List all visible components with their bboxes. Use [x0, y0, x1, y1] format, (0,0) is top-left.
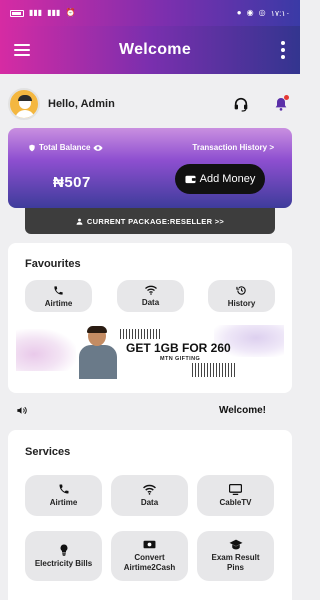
eye-icon[interactable] — [93, 144, 104, 152]
announcement-bar: Welcome! — [8, 398, 292, 422]
favourite-history[interactable]: History — [208, 280, 275, 312]
service-airtime[interactable]: Airtime — [25, 475, 102, 516]
services-card: Services Airtime Data CableTV Electricit… — [8, 430, 292, 600]
status-right: ● ◉ ◎ ١٧:١٠ — [237, 9, 290, 18]
favourite-airtime-label: Airtime — [44, 298, 73, 308]
status-time: ١٧:١٠ — [270, 8, 290, 18]
balance-amount: ₦507 — [53, 174, 91, 191]
service-cabletv-label: CableTV — [219, 497, 252, 507]
banner-decoration — [120, 329, 160, 339]
banner-subtitle: MTN GIFTING — [160, 356, 201, 362]
user-icon — [76, 218, 83, 225]
banner-decoration — [192, 363, 236, 377]
graduation-cap-icon — [229, 539, 243, 550]
service-exam-pins[interactable]: Exam Result Pins — [197, 531, 274, 581]
service-airtime2cash[interactable]: Convert Airtime2Cash — [111, 531, 188, 581]
notification-dot — [284, 95, 289, 100]
phone-icon — [58, 483, 70, 495]
favourite-data-label: Data — [141, 298, 160, 307]
app-bar: Welcome — [0, 26, 300, 74]
total-balance-text: Total Balance — [39, 143, 91, 152]
battery-icon — [10, 9, 24, 17]
banner-headline: GET 1GB FOR 260 — [126, 341, 231, 355]
current-package-button[interactable]: CURRENT PACKAGE:RESELLER >> — [25, 208, 275, 234]
notification-icon: ◉ — [246, 8, 254, 17]
service-exam-pins-label: Exam Result Pins — [211, 553, 260, 572]
phone-icon — [53, 285, 64, 296]
service-data-label: Data — [140, 497, 159, 507]
transaction-history-link[interactable]: Transaction History > — [192, 143, 274, 152]
service-cabletv[interactable]: CableTV — [197, 475, 274, 516]
service-electricity-label: Electricity Bills — [34, 558, 93, 568]
services-heading: Services — [25, 446, 71, 458]
menu-icon[interactable] — [14, 44, 30, 56]
greeting-text: Hello, Admin — [48, 98, 115, 110]
add-money-button[interactable]: Add Money — [175, 164, 265, 194]
shield-icon — [28, 144, 36, 152]
add-money-label: Add Money — [199, 173, 256, 185]
service-airtime-label: Airtime — [49, 498, 78, 507]
balance-card: Total Balance Transaction History > ₦507… — [8, 128, 292, 208]
alarm-icon: ⏰ — [65, 8, 76, 17]
signal-icon: ▮▮▮ — [29, 8, 43, 17]
favourite-airtime[interactable]: Airtime — [25, 280, 92, 312]
banner-person-image — [76, 326, 120, 379]
favourites-card: Favourites Airtime Data History GET 1GB … — [8, 243, 292, 393]
notification-bell-icon[interactable] — [270, 93, 292, 115]
history-icon — [236, 285, 247, 296]
wallet-icon — [185, 174, 196, 184]
speaker-icon — [16, 405, 27, 416]
banner-decoration — [16, 329, 76, 371]
status-left: ▮▮▮ ▮▮▮ ⏰ — [10, 9, 75, 17]
notification-icon: ◎ — [258, 8, 266, 17]
more-options-icon[interactable] — [280, 41, 286, 59]
avatar[interactable] — [8, 88, 40, 120]
greeting-row: Hello, Admin — [8, 86, 292, 122]
page-title: Welcome — [118, 41, 192, 58]
tv-icon — [228, 483, 243, 495]
favourite-history-label: History — [227, 298, 256, 308]
headset-icon[interactable] — [230, 93, 252, 115]
current-package-label: CURRENT PACKAGE:RESELLER >> — [86, 216, 225, 226]
exchange-icon — [143, 539, 156, 550]
service-airtime2cash-label: Convert Airtime2Cash — [123, 553, 176, 572]
service-electricity[interactable]: Electricity Bills — [25, 531, 102, 581]
notification-icon: ● — [236, 8, 242, 17]
total-balance-label: Total Balance — [28, 143, 104, 152]
wifi-icon — [144, 285, 157, 295]
signal-icon: ▮▮▮ — [47, 8, 61, 17]
announcement-text: Welcome! — [218, 404, 266, 416]
bulb-icon — [59, 544, 69, 556]
favourites-heading: Favourites — [25, 258, 81, 270]
promo-banner[interactable]: GET 1GB FOR 260 MTN GIFTING — [8, 321, 292, 379]
status-bar: ▮▮▮ ▮▮▮ ⏰ ● ◉ ◎ ١٧:١٠ — [0, 0, 300, 26]
wifi-icon — [143, 484, 156, 495]
service-data[interactable]: Data — [111, 475, 188, 516]
favourite-data[interactable]: Data — [117, 280, 184, 312]
